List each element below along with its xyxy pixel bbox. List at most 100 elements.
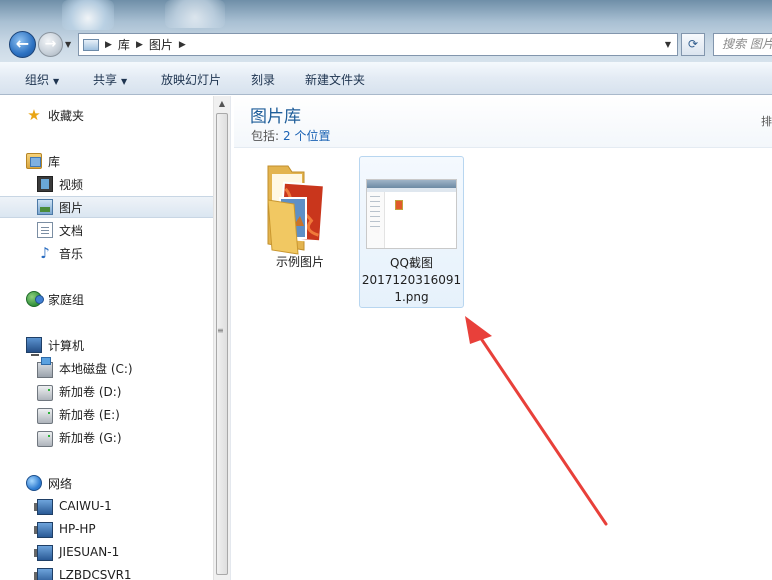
sidebar-item-host[interactable]: JIESUAN-1 <box>0 541 213 563</box>
sidebar-item-documents[interactable]: 文档 <box>0 219 213 241</box>
sidebar-item-homegroup[interactable]: 家庭组 <box>0 288 213 310</box>
sidebar-item-drive-g[interactable]: 新加卷 (G:) <box>0 426 213 448</box>
share-label: 共享 <box>93 73 118 87</box>
new-folder-button[interactable]: 新建文件夹 <box>305 71 365 88</box>
file-item[interactable]: QQ截图 2017120316091 1.png <box>359 156 464 308</box>
video-icon <box>37 176 53 192</box>
search-input[interactable]: 搜索 图片 <box>713 33 772 56</box>
sidebar-item-label: HP-HP <box>59 522 96 536</box>
folder-item[interactable]: 示例图片 <box>258 156 342 269</box>
sidebar-item-label: JIESUAN-1 <box>59 545 120 559</box>
network-computer-icon <box>34 544 53 561</box>
sidebar-item-label: 家庭组 <box>48 292 85 307</box>
file-name-line: 2017120316091 <box>361 273 462 287</box>
command-bar: 组织 ▼ 共享 ▼ 放映幻灯片 刻录 新建文件夹 <box>0 62 772 95</box>
file-name-line: 1.png <box>394 290 429 304</box>
forward-button[interactable]: → <box>38 32 63 57</box>
blurred-background-icon <box>165 0 225 28</box>
breadcrumb-separator-icon[interactable]: ▶ <box>136 40 143 50</box>
chevron-down-icon: ▼ <box>53 77 60 86</box>
folder-icon <box>267 165 325 255</box>
content-pane: 图片库 包括:2 个位置 排 示例图片 QQ截图 2017120316091 <box>234 96 772 580</box>
grip-icon: ≡ <box>217 326 224 335</box>
breadcrumb-libraries[interactable]: 库 <box>118 36 130 53</box>
back-button[interactable]: ← <box>9 31 36 58</box>
breadcrumb-separator-icon[interactable]: ▶ <box>105 40 112 50</box>
sidebar-item-label: 计算机 <box>48 338 85 353</box>
sidebar-item-favorites[interactable]: ★ 收藏夹 <box>0 104 213 126</box>
refresh-icon: ⟳ <box>687 37 699 51</box>
file-name-line: QQ截图 <box>390 256 433 270</box>
share-menu[interactable]: 共享 ▼ <box>93 71 127 88</box>
sidebar-item-network[interactable]: 网络 <box>0 472 213 494</box>
library-locations: 包括: 2 个位置 <box>251 127 331 144</box>
slideshow-button[interactable]: 放映幻灯片 <box>161 71 221 88</box>
document-icon <box>37 222 53 238</box>
navigation-scrollbar[interactable]: ▲ ≡ <box>213 96 230 580</box>
scrollbar-thumb[interactable] <box>216 113 228 575</box>
sidebar-item-label: 收藏夹 <box>48 108 85 123</box>
network-computer-icon <box>34 521 53 538</box>
sidebar-item-label: 新加卷 (D:) <box>59 384 122 399</box>
sidebar-item-label: 库 <box>48 154 61 169</box>
recent-pages-dropdown[interactable]: ▼ <box>65 40 75 50</box>
sidebar-item-label: 网络 <box>48 476 73 491</box>
computer-icon <box>26 337 42 356</box>
address-bar[interactable]: ▶ 库 ▶ 图片 ▶ ▼ <box>78 33 678 56</box>
drive-icon <box>37 431 53 447</box>
sidebar-item-label: 新加卷 (G:) <box>59 430 122 445</box>
sidebar-item-music[interactable]: ♪ 音乐 <box>0 242 213 264</box>
thumbnail-titlebar <box>367 180 456 188</box>
sidebar-item-libraries[interactable]: 库 <box>0 150 213 172</box>
library-header: 图片库 包括: 2 个位置 排 <box>234 96 772 148</box>
sidebar-item-label: 新加卷 (E:) <box>59 407 120 422</box>
burn-button[interactable]: 刻录 <box>251 71 275 88</box>
sidebar-item-host[interactable]: CAIWU-1 <box>0 495 213 517</box>
organize-label: 组织 <box>25 73 50 87</box>
system-drive-icon <box>37 357 53 378</box>
sidebar-item-drive-d[interactable]: 新加卷 (D:) <box>0 380 213 402</box>
sidebar-item-drive-e[interactable]: 新加卷 (E:) <box>0 403 213 425</box>
page-title: 图片库 <box>250 107 301 127</box>
sidebar-item-drive-c[interactable]: 本地磁盘 (C:) <box>0 357 213 379</box>
address-dropdown-icon[interactable]: ▼ <box>659 40 677 49</box>
thumbnail-folder-icon <box>395 200 403 210</box>
chevron-down-icon: ▼ <box>121 77 128 86</box>
back-arrow-icon: ← <box>15 34 30 53</box>
library-icon <box>83 38 99 51</box>
sidebar-item-label: LZBDCSVR1 <box>59 568 132 580</box>
sidebar-item-host[interactable]: HP-HP <box>0 518 213 540</box>
folder-name: 示例图片 <box>275 255 324 269</box>
network-computer-icon <box>34 567 53 580</box>
sidebar-item-host[interactable]: LZBDCSVR1 <box>0 564 213 580</box>
breadcrumb-pictures[interactable]: 图片 <box>149 36 173 53</box>
sidebar-item-label: 视频 <box>59 177 84 192</box>
drive-icon <box>37 408 53 424</box>
forward-arrow-icon: → <box>44 36 57 52</box>
window-titlebar: ← → ▼ ▶ 库 ▶ 图片 ▶ ▼ ⟳ 搜索 图片 <box>0 0 772 62</box>
includes-label: 包括: <box>251 129 280 143</box>
homegroup-icon <box>26 291 44 307</box>
music-note-icon: ♪ <box>40 244 50 262</box>
sidebar-item-computer[interactable]: 计算机 <box>0 334 213 356</box>
drive-icon <box>37 385 53 401</box>
network-globe-icon <box>26 475 42 491</box>
library-icon <box>26 153 42 169</box>
arrange-by-hint[interactable]: 排 <box>761 113 772 129</box>
blurred-background-icon <box>62 0 114 30</box>
image-thumbnail <box>366 179 457 249</box>
sidebar-item-label: 图片 <box>59 200 84 215</box>
sidebar-item-pictures[interactable]: 图片 <box>0 196 213 218</box>
navigation-pane: ★ 收藏夹 库 视频 图片 文档 ♪ 音乐 家庭组 计算机 本地磁盘 (C:) … <box>0 96 213 580</box>
locations-link[interactable]: 2 个位置 <box>283 129 330 143</box>
network-computer-icon <box>34 498 53 515</box>
sidebar-item-label: 音乐 <box>59 246 84 261</box>
breadcrumb-separator-icon[interactable]: ▶ <box>179 40 186 50</box>
scroll-up-icon[interactable]: ▲ <box>214 96 230 112</box>
sidebar-item-label: 本地磁盘 (C:) <box>59 361 133 376</box>
thumbnail-sidebar <box>367 192 385 248</box>
refresh-button[interactable]: ⟳ <box>681 33 705 56</box>
organize-menu[interactable]: 组织 ▼ <box>25 71 59 88</box>
sidebar-item-videos[interactable]: 视频 <box>0 173 213 195</box>
sidebar-item-label: 文档 <box>59 223 84 238</box>
